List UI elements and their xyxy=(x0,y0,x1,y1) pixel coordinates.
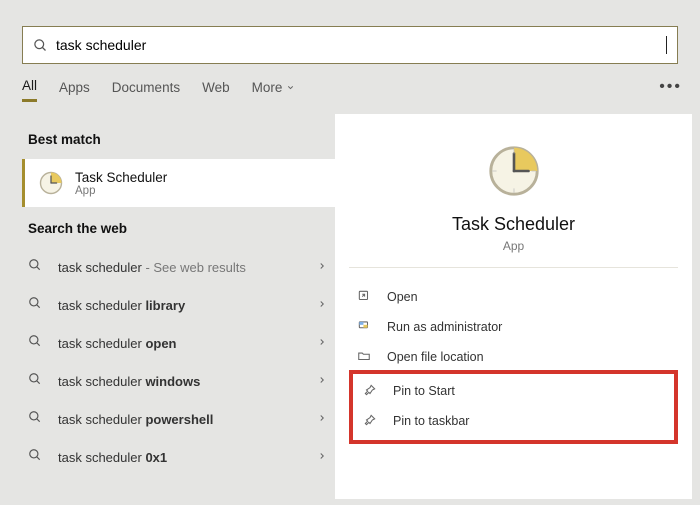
web-item-text: task scheduler open xyxy=(58,336,317,351)
details-pane: Task Scheduler App Open Run as administra… xyxy=(335,114,692,499)
web-search-item[interactable]: task scheduler 0x1 xyxy=(22,438,335,476)
web-search-item[interactable]: task scheduler library xyxy=(22,286,335,324)
tab-more[interactable]: More xyxy=(252,80,296,101)
highlight-annotation: Pin to Start Pin to taskbar xyxy=(349,370,678,444)
search-icon xyxy=(28,410,44,429)
action-label: Pin to taskbar xyxy=(393,414,469,428)
action-label: Open xyxy=(387,290,418,304)
action-label: Pin to Start xyxy=(393,384,455,398)
more-options-icon[interactable]: ••• xyxy=(659,78,682,96)
web-search-item[interactable]: task scheduler - See web results xyxy=(22,248,335,286)
web-search-item[interactable]: task scheduler powershell xyxy=(22,400,335,438)
chevron-right-icon xyxy=(317,410,327,428)
action-label: Open file location xyxy=(387,350,484,364)
tab-all[interactable]: All xyxy=(22,78,37,102)
web-search-item[interactable]: task scheduler windows xyxy=(22,362,335,400)
search-icon xyxy=(28,448,44,467)
action-label: Run as administrator xyxy=(387,320,502,334)
pin-icon xyxy=(363,383,381,400)
folder-icon xyxy=(357,349,375,366)
search-icon xyxy=(28,372,44,391)
chevron-right-icon xyxy=(317,372,327,390)
web-search-item[interactable]: task scheduler open xyxy=(22,324,335,362)
clock-icon xyxy=(37,169,65,197)
search-icon xyxy=(28,334,44,353)
chevron-right-icon xyxy=(317,334,327,352)
open-icon xyxy=(357,289,375,306)
search-icon xyxy=(33,38,48,53)
best-match-item[interactable]: Task Scheduler App xyxy=(22,159,335,207)
action-open[interactable]: Open xyxy=(349,282,678,312)
results-left: Best match Task Scheduler App Search the… xyxy=(0,114,335,499)
search-web-label: Search the web xyxy=(28,221,335,236)
details-subtitle: App xyxy=(503,239,524,253)
action-loc[interactable]: Open file location xyxy=(349,342,678,372)
tab-web[interactable]: Web xyxy=(202,80,230,101)
shield-icon xyxy=(357,319,375,336)
best-match-subtitle: App xyxy=(75,185,167,197)
action-pintask[interactable]: Pin to taskbar xyxy=(355,406,668,436)
web-item-text: task scheduler - See web results xyxy=(58,260,317,275)
tab-documents[interactable]: Documents xyxy=(112,80,180,101)
chevron-right-icon xyxy=(317,296,327,314)
search-input[interactable] xyxy=(56,37,667,53)
tab-apps[interactable]: Apps xyxy=(59,80,90,101)
tabs-bar: All Apps Documents Web More ••• xyxy=(0,78,700,114)
search-icon xyxy=(28,296,44,315)
web-item-text: task scheduler windows xyxy=(58,374,317,389)
action-runas[interactable]: Run as administrator xyxy=(349,312,678,342)
clock-icon xyxy=(485,142,543,200)
pin-icon xyxy=(363,413,381,430)
text-caret xyxy=(666,36,667,54)
search-box[interactable] xyxy=(22,26,678,64)
chevron-right-icon xyxy=(317,448,327,466)
best-match-label: Best match xyxy=(28,132,335,147)
details-title: Task Scheduler xyxy=(452,214,575,235)
web-item-text: task scheduler 0x1 xyxy=(58,450,317,465)
action-pinstart[interactable]: Pin to Start xyxy=(355,376,668,406)
search-icon xyxy=(28,258,44,277)
chevron-right-icon xyxy=(317,258,327,276)
best-match-title: Task Scheduler xyxy=(75,170,167,185)
web-item-text: task scheduler powershell xyxy=(58,412,317,427)
web-item-text: task scheduler library xyxy=(58,298,317,313)
chevron-down-icon xyxy=(286,83,295,92)
